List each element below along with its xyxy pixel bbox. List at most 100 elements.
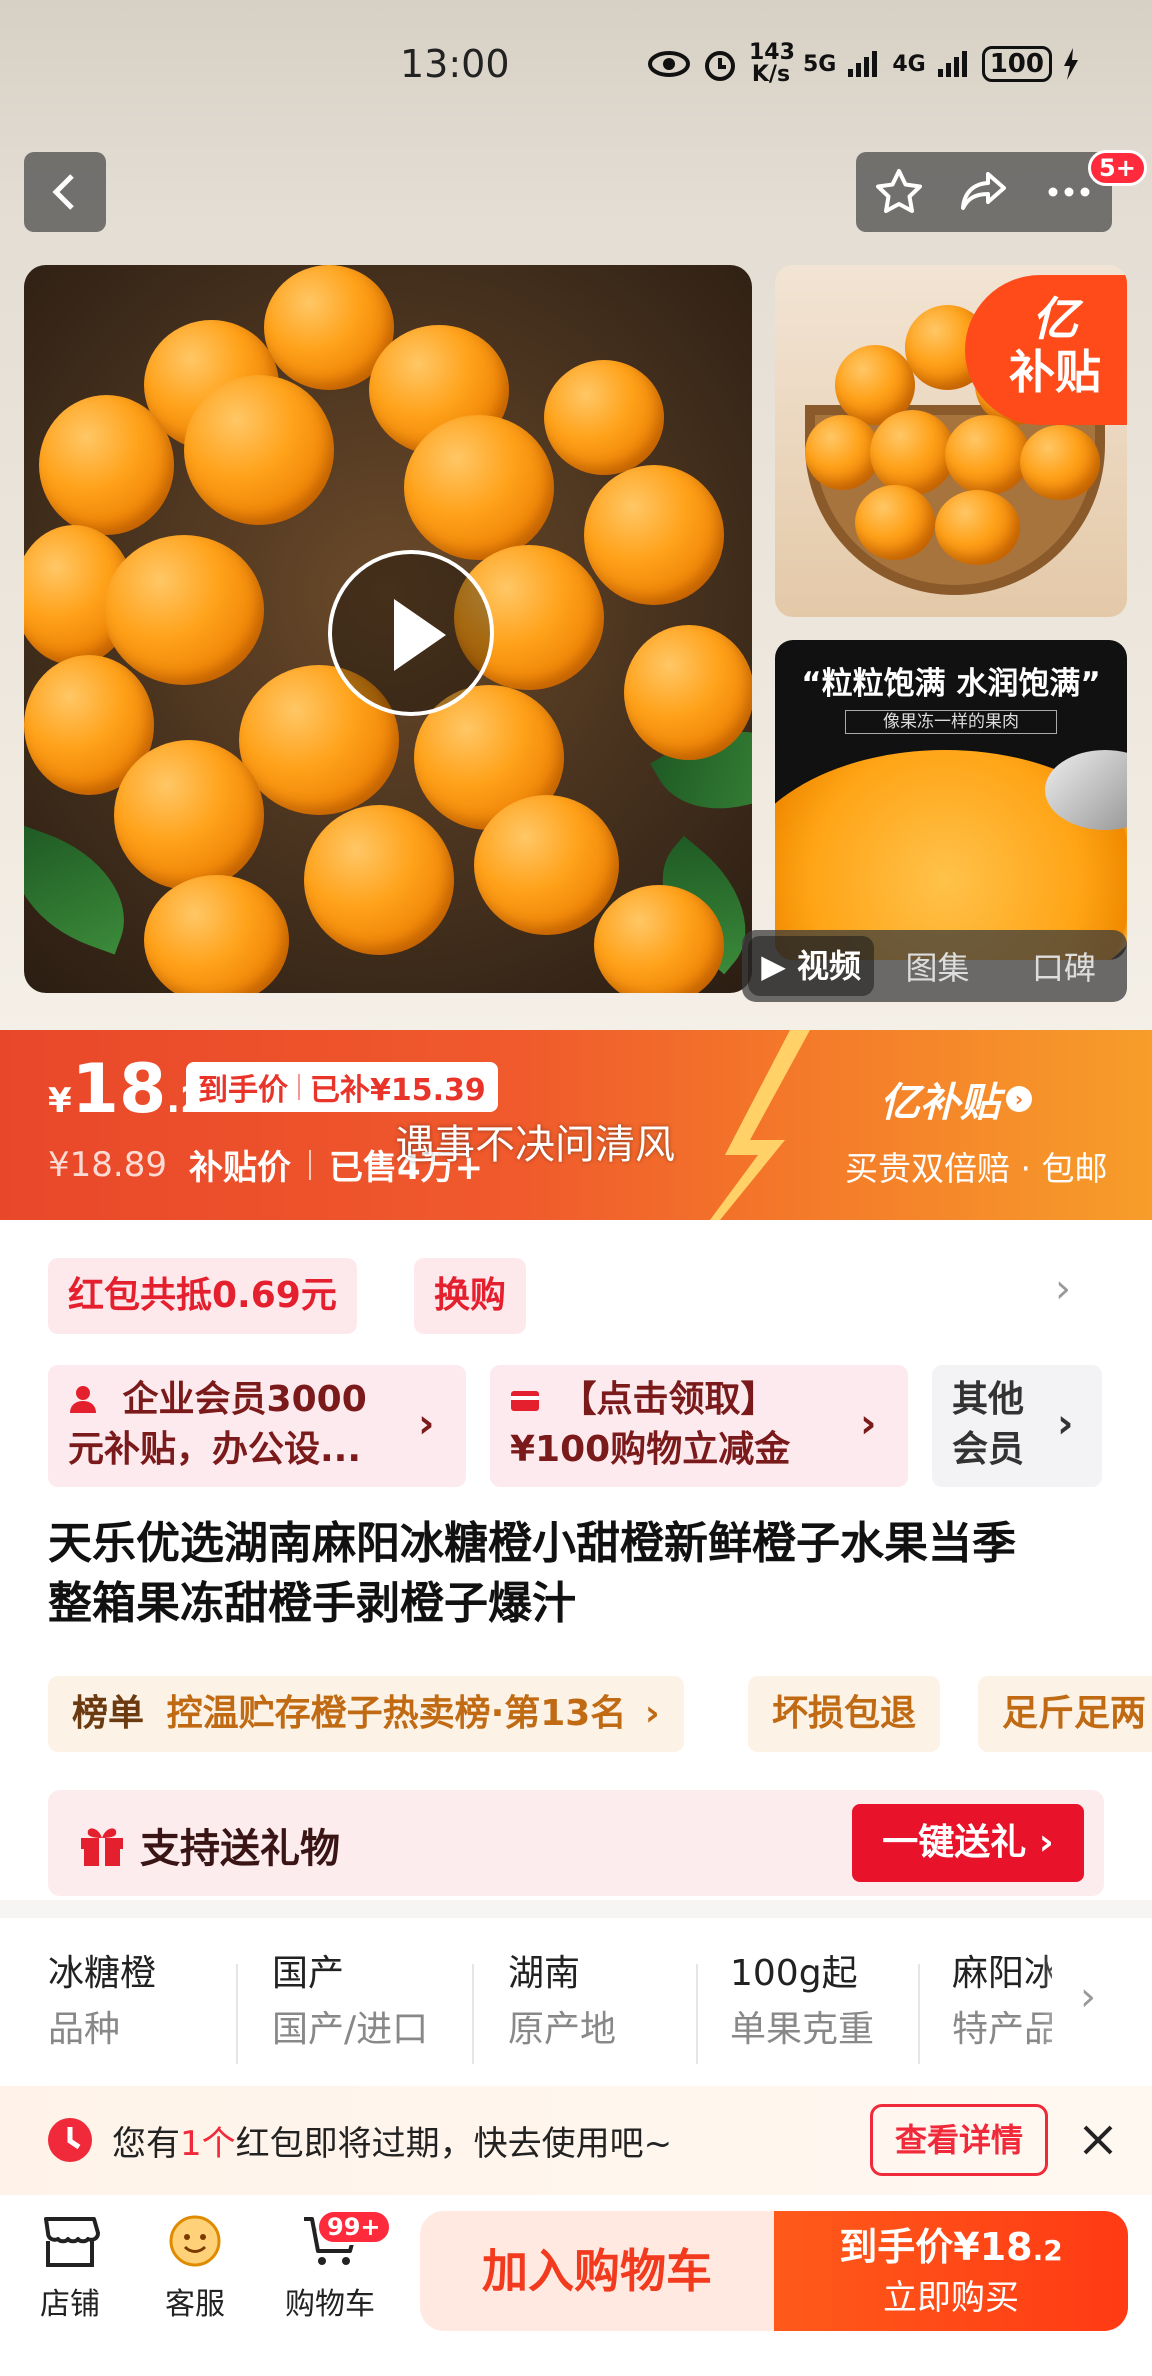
member2-line1: 【点击领取】 bbox=[510, 1375, 888, 1425]
alarm-icon bbox=[704, 51, 735, 81]
gift-banner: 支持送礼物 一键送礼 › bbox=[48, 1790, 1104, 1896]
chevron-right-icon: › bbox=[418, 1401, 435, 1447]
coupon-section: 红包共抵0.69元 换购 › 企业会员3000 元补贴，办公设... › 【点击… bbox=[0, 1220, 1152, 1500]
attr-key: 国产/进口 bbox=[272, 2009, 429, 2050]
final-price-tag: 到手价 已补¥15.39 bbox=[186, 1062, 498, 1112]
orange-fruit bbox=[184, 375, 334, 525]
shop-icon bbox=[44, 2217, 100, 2267]
thumb2-quote: “粒粒饱满 水润饱满” bbox=[801, 666, 1101, 702]
favorite-star-icon[interactable] bbox=[873, 166, 925, 218]
orange-fruit bbox=[104, 535, 264, 685]
attributes-section: 冰糖橙 品种 国产 国产/进口 湖南 原产地 100g起 单果克重 麻阳冰 特产… bbox=[0, 1918, 1152, 2086]
orange-fruit bbox=[624, 625, 752, 760]
cart-label: 购物车 bbox=[285, 2287, 375, 2322]
message-badge: 5+ bbox=[1088, 150, 1147, 186]
rank-tag-text: 控温贮存橙子热卖榜·第13名 bbox=[166, 1693, 627, 1734]
attr-item: 国产 国产/进口 bbox=[272, 1946, 462, 2058]
add-to-cart-label: 加入购物车 bbox=[482, 2244, 712, 2298]
battery-indicator: 100 bbox=[981, 46, 1052, 82]
price-banner: ¥18.2 到手价 已补¥15.39 ¥18.89 补贴价 已售4万+ 遇事不决… bbox=[0, 1030, 1152, 1220]
damage-refund-tag[interactable]: 坏损包退 bbox=[748, 1676, 941, 1752]
main-product-video[interactable] bbox=[24, 265, 752, 993]
orange-fruit bbox=[1020, 425, 1100, 500]
customer-service-button[interactable]: 客服 bbox=[145, 2213, 245, 2323]
attr-value: 国产 bbox=[272, 1953, 345, 1994]
buy-now-label: 立即购买 bbox=[883, 2278, 1019, 2318]
coupon-exchange[interactable]: 换购 bbox=[414, 1258, 527, 1334]
customer-service-label: 客服 bbox=[165, 2287, 225, 2322]
divider bbox=[308, 1149, 311, 1180]
subsidy-brand-link[interactable]: 亿补贴 › bbox=[880, 1070, 1032, 1128]
notice-text: 您有1个红包即将过期，快去使用吧~ bbox=[112, 2124, 673, 2164]
attr-divider bbox=[236, 1964, 238, 2064]
attr-key: 单果克重 bbox=[730, 2009, 875, 2050]
signal-icon bbox=[848, 51, 878, 77]
attr-key: 原产地 bbox=[508, 2009, 617, 2050]
attr-fade bbox=[1040, 1918, 1152, 2086]
chevron-left-icon bbox=[52, 174, 74, 210]
share-icon[interactable] bbox=[958, 166, 1010, 218]
subsidy-brand-label: 亿补贴 bbox=[880, 1080, 1000, 1126]
member-card-enterprise[interactable]: 企业会员3000 元补贴，办公设... › bbox=[48, 1365, 466, 1487]
thumbnail-basket[interactable]: 亿 补贴 bbox=[775, 265, 1127, 617]
chevron-right-icon[interactable]: › bbox=[1080, 1974, 1096, 2020]
chevron-right-icon: › bbox=[860, 1401, 877, 1447]
member-card-voucher[interactable]: 【点击领取】 ¥100购物立减金 › bbox=[490, 1365, 908, 1487]
attr-divider bbox=[472, 1964, 474, 2064]
product-gallery-area: 13:00 143 K/s 5G 4G 100 5+ 亿 补贴 “粒粒饱满 水润… bbox=[0, 0, 1152, 1030]
subsidy-badge: 亿 补贴 bbox=[965, 275, 1127, 425]
buy-now-button[interactable]: 到手价¥18.2 立即购买 bbox=[774, 2211, 1128, 2331]
more-icon[interactable] bbox=[1043, 166, 1095, 218]
action-group bbox=[856, 152, 1112, 232]
tab-gallery[interactable]: 图集 bbox=[874, 943, 1000, 989]
full-weight-tag[interactable]: 足斤足两 bbox=[978, 1676, 1152, 1752]
attr-item: 湖南 原产地 bbox=[508, 1946, 698, 2058]
lightning-divider bbox=[710, 1030, 810, 1220]
price-currency: ¥ bbox=[48, 1081, 72, 1121]
attr-value: 100g起 bbox=[730, 1953, 858, 1994]
attr-item: 麻阳冰 特产品 bbox=[952, 1946, 1052, 2058]
subsidy-brand-sub: 买贵双倍赔 · 包邮 bbox=[845, 1149, 1108, 1188]
close-icon[interactable] bbox=[1082, 2124, 1114, 2156]
attr-value: 麻阳冰 bbox=[952, 1953, 1052, 1994]
tag-divider bbox=[298, 1074, 300, 1100]
user-icon bbox=[70, 1386, 96, 1413]
gift-icon bbox=[81, 1828, 123, 1866]
buy-now-price: 到手价¥18.2 bbox=[839, 2225, 1063, 2269]
member-card-other[interactable]: 其他 会员 › bbox=[932, 1365, 1102, 1487]
add-to-cart-button[interactable]: 加入购物车 bbox=[420, 2211, 774, 2331]
signal-icon-2 bbox=[937, 51, 967, 77]
shop-button[interactable]: 店铺 bbox=[20, 2213, 120, 2323]
orange-fruit bbox=[855, 485, 935, 560]
back-button[interactable] bbox=[24, 152, 106, 232]
customer-service-icon bbox=[169, 2215, 221, 2267]
final-price: ¥18.2 bbox=[48, 1050, 205, 1129]
chevron-right-icon[interactable]: › bbox=[1055, 1266, 1071, 1312]
thumbnail-cut-orange[interactable]: “粒粒饱满 水润饱满” 像果冻一样的果肉 bbox=[775, 640, 1127, 960]
coupon-red-packet[interactable]: 红包共抵0.69元 bbox=[48, 1258, 357, 1334]
send-gift-button[interactable]: 一键送礼 › bbox=[852, 1804, 1084, 1882]
status-time: 13:00 bbox=[400, 42, 510, 86]
orange-fruit bbox=[114, 740, 264, 890]
chevron-right-icon: › bbox=[1057, 1401, 1074, 1447]
tab-video-label: 视频 bbox=[797, 947, 862, 985]
rank-tag[interactable]: 榜单 控温贮存橙子热卖榜·第13名 › bbox=[48, 1676, 684, 1752]
gift-label: 支持送礼物 bbox=[140, 1826, 340, 1872]
red-packet-notice: 您有1个红包即将过期，快去使用吧~ 查看详情 bbox=[0, 2086, 1152, 2195]
attr-item: 冰糖橙 品种 bbox=[48, 1946, 238, 2058]
status-bar: 13:00 143 K/s 5G 4G 100 bbox=[0, 38, 1152, 94]
send-gift-label: 一键送礼 bbox=[882, 1822, 1027, 1863]
chevron-right-icon: › bbox=[644, 1693, 660, 1734]
product-title-line2: 整箱果冻甜橙手剥橙子爆汁 bbox=[48, 1578, 576, 1629]
clock-icon bbox=[48, 2118, 92, 2162]
product-title-line1: 天乐优选湖南麻阳冰糖橙小甜橙新鲜橙子水果当季 bbox=[48, 1518, 1016, 1569]
thumb2-sub: 像果冻一样的果肉 bbox=[845, 710, 1057, 734]
product-title: 天乐优选湖南麻阳冰糖橙小甜橙新鲜橙子水果当季 整箱果冻甜橙手剥橙子爆汁 bbox=[48, 1514, 1118, 1634]
play-video-icon[interactable] bbox=[328, 550, 494, 716]
tab-reviews[interactable]: 口碑 bbox=[1001, 943, 1127, 989]
tab-video[interactable]: ▶ 视频 bbox=[748, 936, 875, 996]
shop-label: 店铺 bbox=[40, 2287, 100, 2322]
signal-4g: 4G bbox=[892, 51, 926, 77]
gift-section: 支持送礼物 一键送礼 › bbox=[0, 1780, 1152, 1900]
view-details-button[interactable]: 查看详情 bbox=[870, 2104, 1048, 2176]
